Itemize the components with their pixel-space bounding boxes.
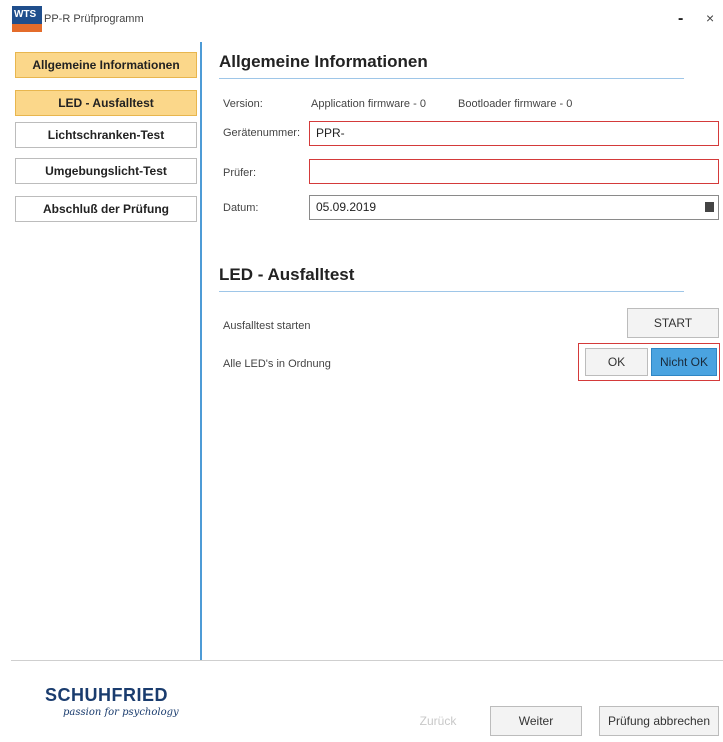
calendar-icon[interactable] — [705, 202, 714, 212]
sidebar: Allgemeine Informationen LED - Ausfallte… — [11, 42, 202, 660]
tester-field[interactable] — [309, 159, 719, 184]
tester-label: Prüfer: — [223, 167, 257, 179]
sidebar-item-lichtschranken-test[interactable]: Lichtschranken-Test — [15, 122, 197, 148]
minimize-button[interactable]: - — [678, 10, 683, 28]
version-label: Version: — [223, 98, 263, 110]
abort-test-button[interactable]: Prüfung abbrechen — [599, 706, 719, 736]
close-button[interactable]: × — [706, 10, 714, 26]
start-test-label: Ausfalltest starten — [223, 320, 311, 332]
bootloader-firmware-value: Bootloader firmware - 0 — [458, 98, 573, 110]
brand-tagline: passion for psychology — [63, 707, 179, 718]
led-status-label: Alle LED's in Ordnung — [223, 358, 331, 370]
general-section-title: Allgemeine Informationen — [219, 52, 428, 71]
back-button[interactable]: Zurück — [392, 706, 484, 736]
title-bar: WTS PP-R Prüfprogramm - × — [0, 0, 723, 36]
sidebar-item-abschluss[interactable]: Abschluß der Prüfung — [15, 196, 197, 222]
led-section-title: LED - Ausfalltest — [219, 265, 355, 284]
device-number-label: Gerätenummer: — [223, 127, 301, 139]
date-field[interactable]: 05.09.2019 — [309, 195, 719, 220]
led-section-divider — [219, 291, 684, 292]
brand-logo: SCHUHFRIED — [45, 685, 169, 705]
app-logo: WTS — [12, 6, 42, 32]
sidebar-item-led-ausfalltest[interactable]: LED - Ausfalltest — [15, 90, 197, 116]
date-value: 05.09.2019 — [316, 200, 377, 214]
logo-text: WTS — [12, 6, 42, 24]
ok-button[interactable]: OK — [585, 348, 648, 376]
date-label: Datum: — [223, 202, 259, 214]
general-section-divider — [219, 78, 684, 79]
next-button[interactable]: Weiter — [490, 706, 582, 736]
sidebar-item-allgemeine-informationen[interactable]: Allgemeine Informationen — [15, 52, 197, 78]
application-firmware-value: Application firmware - 0 — [311, 98, 426, 110]
not-ok-button[interactable]: Nicht OK — [651, 348, 717, 376]
sidebar-item-umgebungslicht-test[interactable]: Umgebungslicht-Test — [15, 158, 197, 184]
logo-stripe — [12, 24, 42, 32]
device-number-field[interactable]: PPR- — [309, 121, 719, 146]
footer-divider — [11, 660, 723, 661]
window-title: PP-R Prüfprogramm — [44, 13, 144, 25]
start-button[interactable]: START — [627, 308, 719, 338]
